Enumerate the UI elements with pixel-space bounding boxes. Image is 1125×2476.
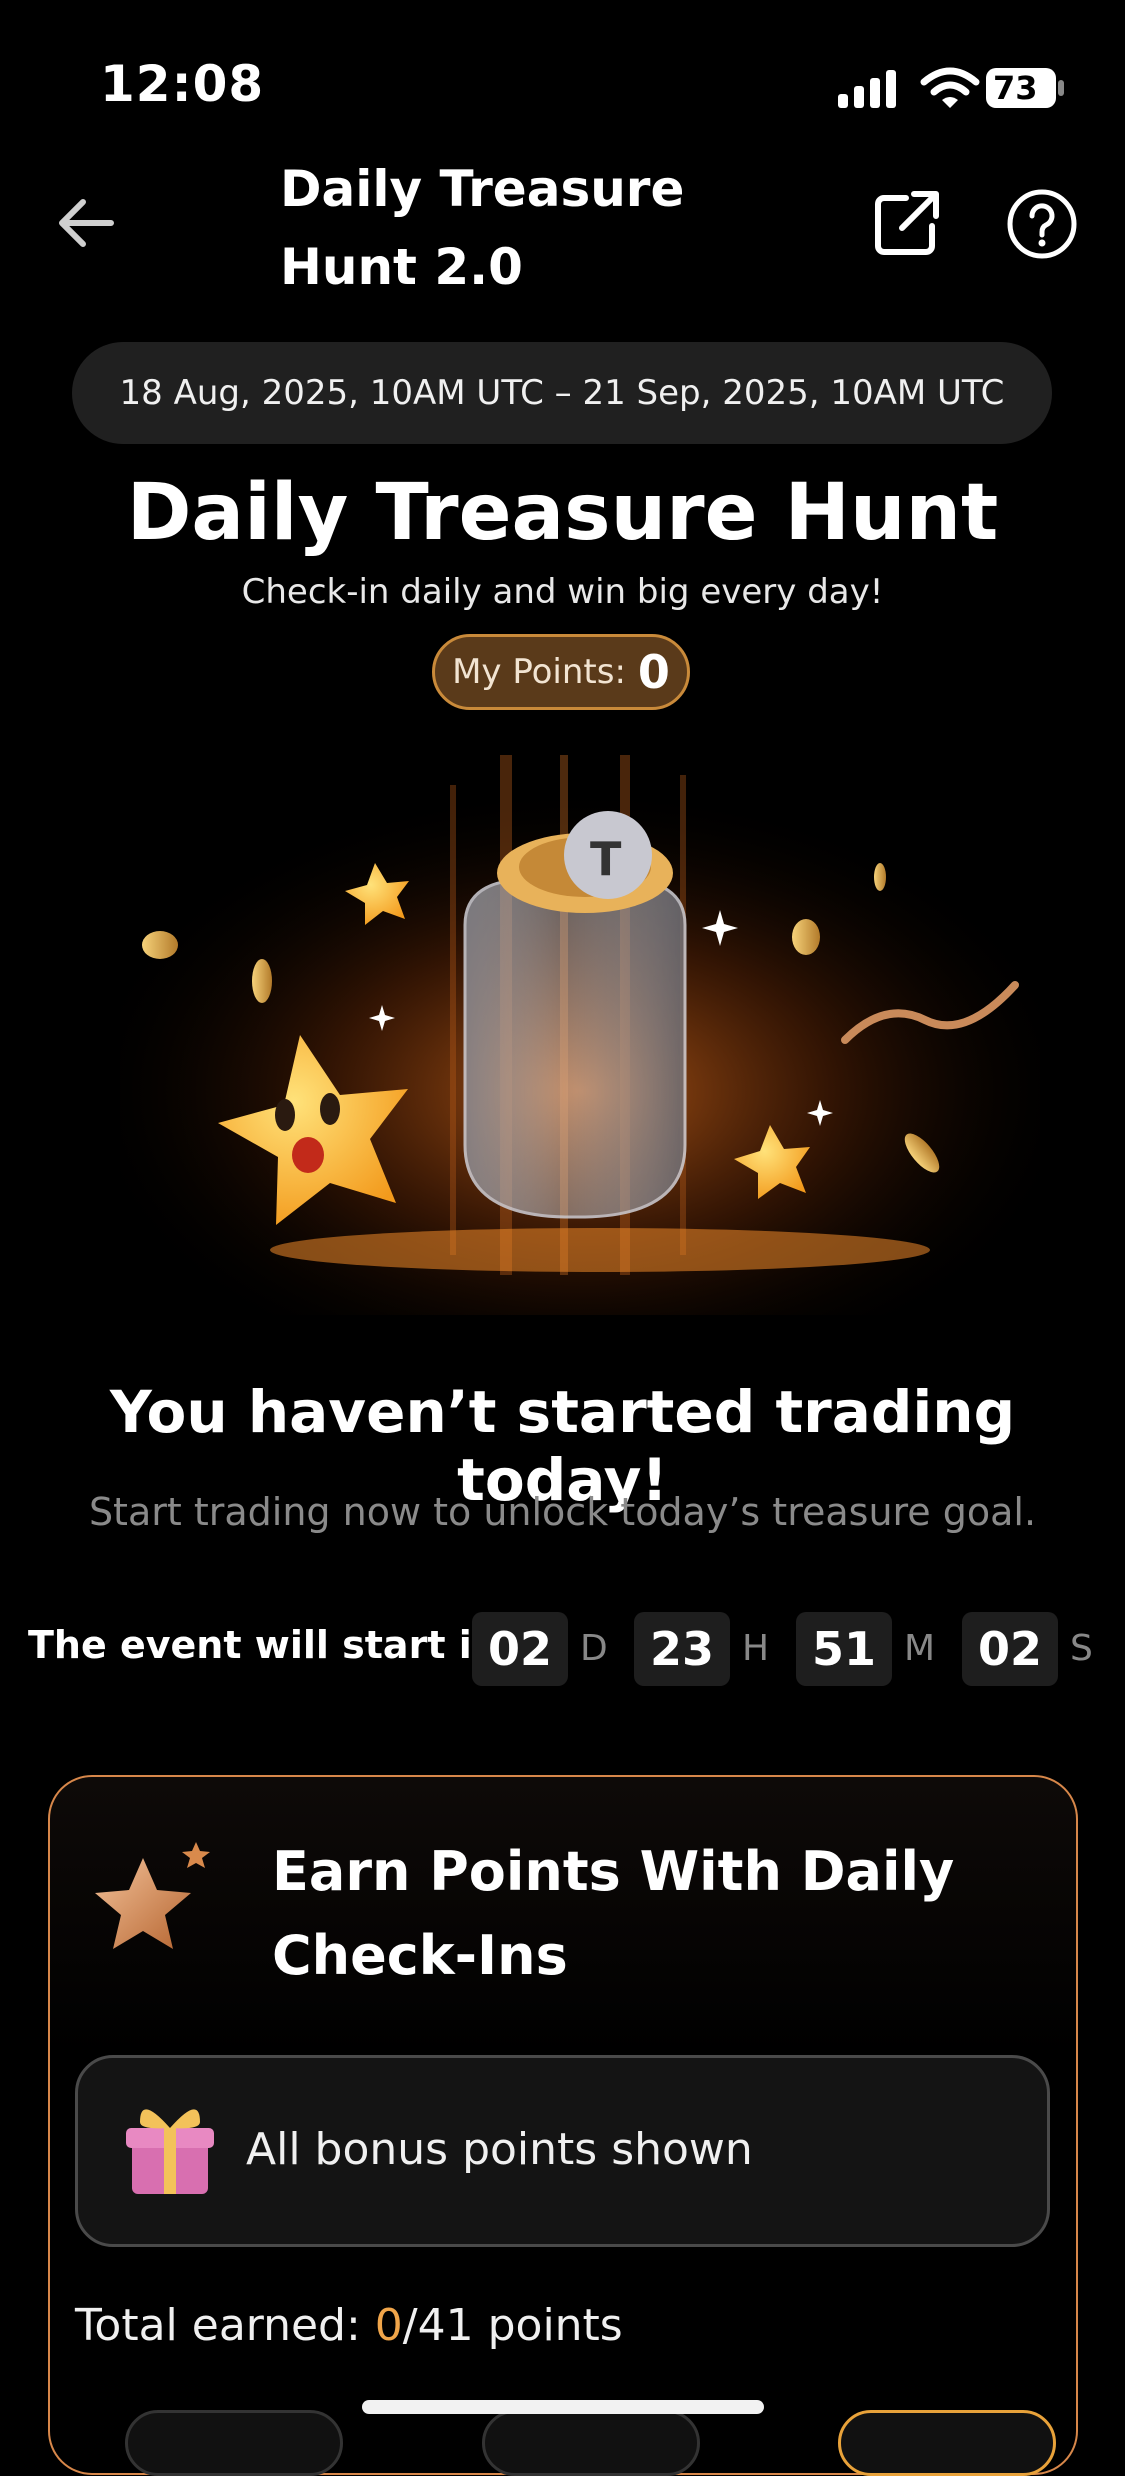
points-label: My Points: [452, 652, 626, 692]
event-date-range: 18 Aug, 2025, 10AM UTC – 21 Sep, 2025, 1… [72, 342, 1052, 444]
total-earned-suffix: /41 points [402, 2300, 623, 2351]
hero-title: Daily Treasure Hunt [126, 468, 999, 558]
total-earned-value: 0 [374, 2300, 403, 2351]
svg-text:T: T [590, 832, 622, 886]
star-icon [95, 1842, 210, 1949]
countdown-days: 02 [472, 1612, 568, 1686]
cellular-signal-icon [838, 70, 896, 108]
countdown-days-unit: D [580, 1628, 608, 1669]
battery-level: 73 [993, 69, 1038, 107]
countdown-hours-unit: H [742, 1628, 770, 1669]
total-earned: Total earned: 0/41 points [75, 2300, 623, 2351]
hero-subtitle: Check-in daily and win big every day! [241, 572, 884, 612]
countdown-seconds-unit: S [1070, 1628, 1093, 1669]
gift-icon [126, 2109, 214, 2194]
checkin-card-title: Earn Points With Daily Check-Ins [272, 1840, 955, 1987]
page-title: Daily Treasure Hunt 2.0 [280, 160, 685, 296]
trading-status-subtitle: Start trading now to unlock today’s trea… [88, 1490, 1037, 1534]
countdown-seconds: 02 [962, 1612, 1058, 1686]
status-time: 12:08 [100, 55, 265, 113]
countdown-minutes: 51 [796, 1612, 892, 1686]
countdown-hours: 23 [634, 1612, 730, 1686]
countdown-minutes-unit: M [904, 1628, 936, 1669]
points-value: 0 [637, 645, 670, 699]
battery-indicator: 73 [985, 66, 1065, 110]
wifi-icon [920, 67, 980, 108]
countdown-label: The event will start in [28, 1623, 499, 1667]
checkin-day-button-active[interactable] [838, 2410, 1056, 2476]
bonus-points-text: All bonus points shown [246, 2124, 753, 2175]
checkin-day-button[interactable] [125, 2410, 343, 2476]
back-arrow-icon[interactable] [55, 192, 117, 254]
checkin-day-button[interactable] [482, 2410, 700, 2476]
my-points-badge[interactable]: My Points: 0 [432, 634, 690, 710]
treasure-jar-illustration: T [120, 755, 1040, 1315]
total-earned-prefix: Total earned: [75, 2300, 375, 2351]
home-indicator [362, 2400, 764, 2414]
share-icon[interactable] [872, 188, 942, 258]
help-icon[interactable] [1006, 188, 1078, 260]
